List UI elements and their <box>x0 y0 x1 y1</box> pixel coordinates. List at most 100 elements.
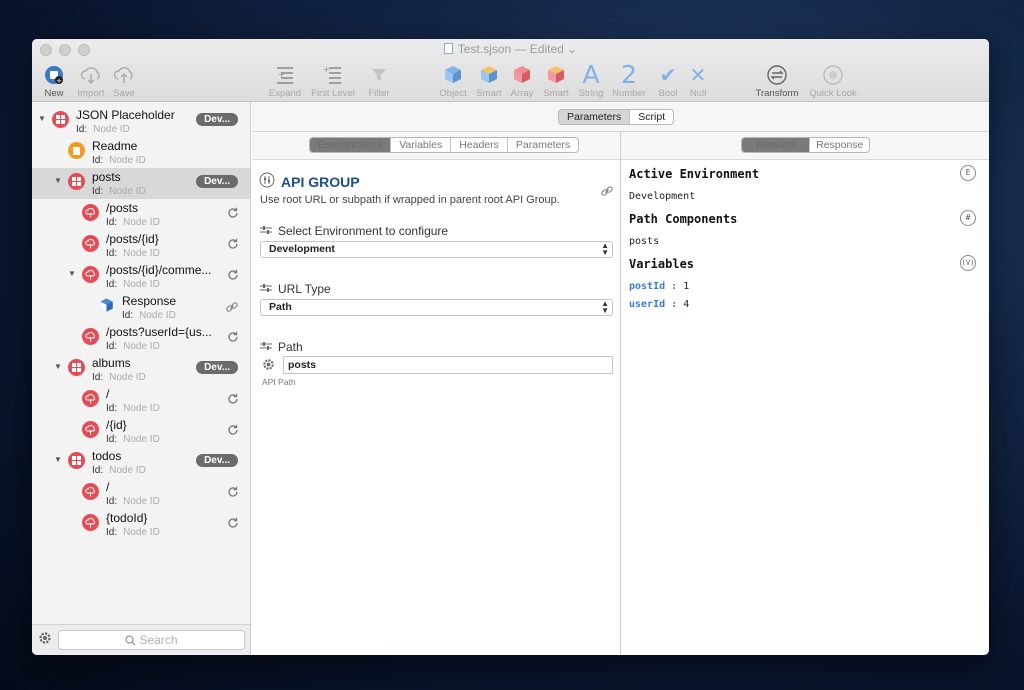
expand-icon: + <box>259 61 311 88</box>
toolbar-button-first-level[interactable]: + First Level <box>307 61 359 100</box>
tab-parameters[interactable]: Parameters <box>559 110 631 124</box>
node-id-field[interactable]: Id: Node ID <box>106 434 160 445</box>
refresh-icon[interactable] <box>227 207 239 222</box>
refresh-icon[interactable] <box>227 517 239 532</box>
disclosure-triangle-icon[interactable]: ▼ <box>54 455 62 464</box>
node-name: / <box>106 387 110 401</box>
node-id-placeholder: Node ID <box>123 496 160 507</box>
node-id-field[interactable]: Id: Node ID <box>106 496 160 507</box>
node-id-field[interactable]: Id: Node ID <box>92 465 146 476</box>
node-id-label: Id: <box>106 403 118 414</box>
tree-row[interactable]: /posts/{id} Id: Node ID <box>32 230 250 261</box>
tab-request[interactable]: Request <box>742 138 811 152</box>
refresh-icon[interactable] <box>227 269 239 284</box>
svg-text:+: + <box>323 65 330 74</box>
right-tabs: Request Response <box>741 137 871 153</box>
tab-headers[interactable]: Headers <box>451 138 508 152</box>
link-icon[interactable] <box>225 300 239 317</box>
disclosure-triangle-icon[interactable]: ▼ <box>54 176 62 185</box>
refresh-icon[interactable] <box>227 424 239 439</box>
tree-row[interactable]: / Id: Node ID <box>32 478 250 509</box>
node-id-label: Id: <box>76 124 88 135</box>
tree-row[interactable]: / Id: Node ID <box>32 385 250 416</box>
api-group-node-icon <box>68 173 85 190</box>
tree-row[interactable]: ▼ albums Id: Node ID Dev... <box>32 354 250 385</box>
request-cloud-icon <box>82 483 99 500</box>
node-id-field[interactable]: Id: Node ID <box>106 403 160 414</box>
tab-variables[interactable]: Variables <box>391 138 452 152</box>
tree-row[interactable]: ▼ /posts/{id}/comme... Id: Node ID <box>32 261 250 292</box>
refresh-icon[interactable] <box>227 393 239 408</box>
url-type-select[interactable]: Path ▲ ▼ <box>260 299 613 316</box>
node-id-field[interactable]: Id: Node ID <box>106 248 160 259</box>
tree-row[interactable]: Response Id: Node ID <box>32 292 250 323</box>
node-id-placeholder: Node ID <box>139 310 176 321</box>
environment-badge[interactable]: Dev... <box>196 175 238 188</box>
chevron-down-icon[interactable]: ⌄ <box>567 42 577 56</box>
environment-badge[interactable]: Dev... <box>196 454 238 467</box>
node-id-field[interactable]: Id: Node ID <box>92 155 146 166</box>
environment-select[interactable]: Development ▲ ▼ <box>260 241 613 258</box>
environment-badge[interactable]: Dev... <box>196 361 238 374</box>
tree-row[interactable]: Readme Id: Node ID <box>32 137 250 168</box>
toolbar-button-transform[interactable]: Transform <box>751 61 803 99</box>
refresh-icon[interactable] <box>227 238 239 253</box>
gear-icon[interactable] <box>262 358 275 374</box>
tab-response[interactable]: Response <box>810 138 869 152</box>
api-group-node-icon <box>68 359 85 376</box>
gear-icon[interactable] <box>38 631 52 648</box>
disclosure-triangle-icon[interactable]: ▼ <box>38 114 46 123</box>
tree-row[interactable]: ▼ JSON Placeholder Id: Node ID Dev... <box>32 106 250 137</box>
node-id-field[interactable]: Id: Node ID <box>122 310 176 321</box>
node-id-field[interactable]: Id: Node ID <box>92 372 146 383</box>
node-id-field[interactable]: Id: Node ID <box>76 124 130 135</box>
search-input[interactable]: Search <box>58 630 245 650</box>
node-id-placeholder: Node ID <box>123 248 160 259</box>
node-id-field[interactable]: Id: Node ID <box>92 186 146 197</box>
tab-parameters-sub[interactable]: Parameters <box>508 138 578 152</box>
node-id-field[interactable]: Id: Node ID <box>106 217 160 228</box>
toolbar-button-null[interactable]: ✕ Null <box>672 61 724 100</box>
env-badge-icon: E <box>960 165 976 181</box>
node-id-field[interactable]: Id: Node ID <box>106 527 160 538</box>
x-icon: ✕ <box>689 62 707 87</box>
variables-badge-icon: (V) <box>960 255 976 271</box>
node-id-label: Id: <box>106 434 118 445</box>
node-name: albums <box>92 356 131 370</box>
group-header: API GROUP <box>259 172 360 191</box>
select-arrows-icon: ▲ ▼ <box>601 299 609 315</box>
node-id-label: Id: <box>106 248 118 259</box>
tab-environments[interactable]: Environments <box>310 138 392 152</box>
refresh-icon[interactable] <box>227 486 239 501</box>
svg-text:+: + <box>278 70 285 79</box>
toolbar-button-save[interactable]: Save <box>98 61 150 99</box>
toolbar-button-filter[interactable]: Filter <box>353 61 405 99</box>
right-tab-bar: Request Response <box>621 132 989 160</box>
toolbar-button-expand[interactable]: + Expand <box>259 61 311 99</box>
tree-row[interactable]: ▼ posts Id: Node ID Dev... <box>32 168 250 199</box>
tree-row[interactable]: /posts Id: Node ID <box>32 199 250 230</box>
tree-row[interactable]: /posts?userId={us... Id: Node ID <box>32 323 250 354</box>
request-cloud-icon <box>82 390 99 407</box>
tree-row[interactable]: {todoId} Id: Node ID <box>32 509 250 540</box>
request-cloud-icon <box>82 514 99 531</box>
tab-script[interactable]: Script <box>630 110 673 124</box>
node-id-field[interactable]: Id: Node ID <box>106 279 160 290</box>
node-id-field[interactable]: Id: Node ID <box>106 341 160 352</box>
node-id-label: Id: <box>106 527 118 538</box>
link-icon[interactable] <box>600 184 614 201</box>
tree-row[interactable]: /{id} Id: Node ID <box>32 416 250 447</box>
node-id-placeholder: Node ID <box>123 279 160 290</box>
node-name: / <box>106 480 110 494</box>
path-input[interactable]: posts <box>283 356 613 374</box>
refresh-icon[interactable] <box>227 331 239 346</box>
environment-badge[interactable]: Dev... <box>196 113 238 126</box>
sidebar: ▼ JSON Placeholder Id: Node ID Dev... Readme I… <box>32 102 251 655</box>
disclosure-triangle-icon[interactable]: ▼ <box>68 269 76 278</box>
disclosure-triangle-icon[interactable]: ▼ <box>54 362 62 371</box>
toolbar-button-quick-look[interactable]: Quick Look <box>807 61 859 99</box>
tree-row[interactable]: ▼ todos Id: Node ID Dev... <box>32 447 250 478</box>
request-cloud-icon <box>82 235 99 252</box>
select-arrows-icon: ▲ ▼ <box>601 241 609 257</box>
eye-icon <box>807 61 859 88</box>
